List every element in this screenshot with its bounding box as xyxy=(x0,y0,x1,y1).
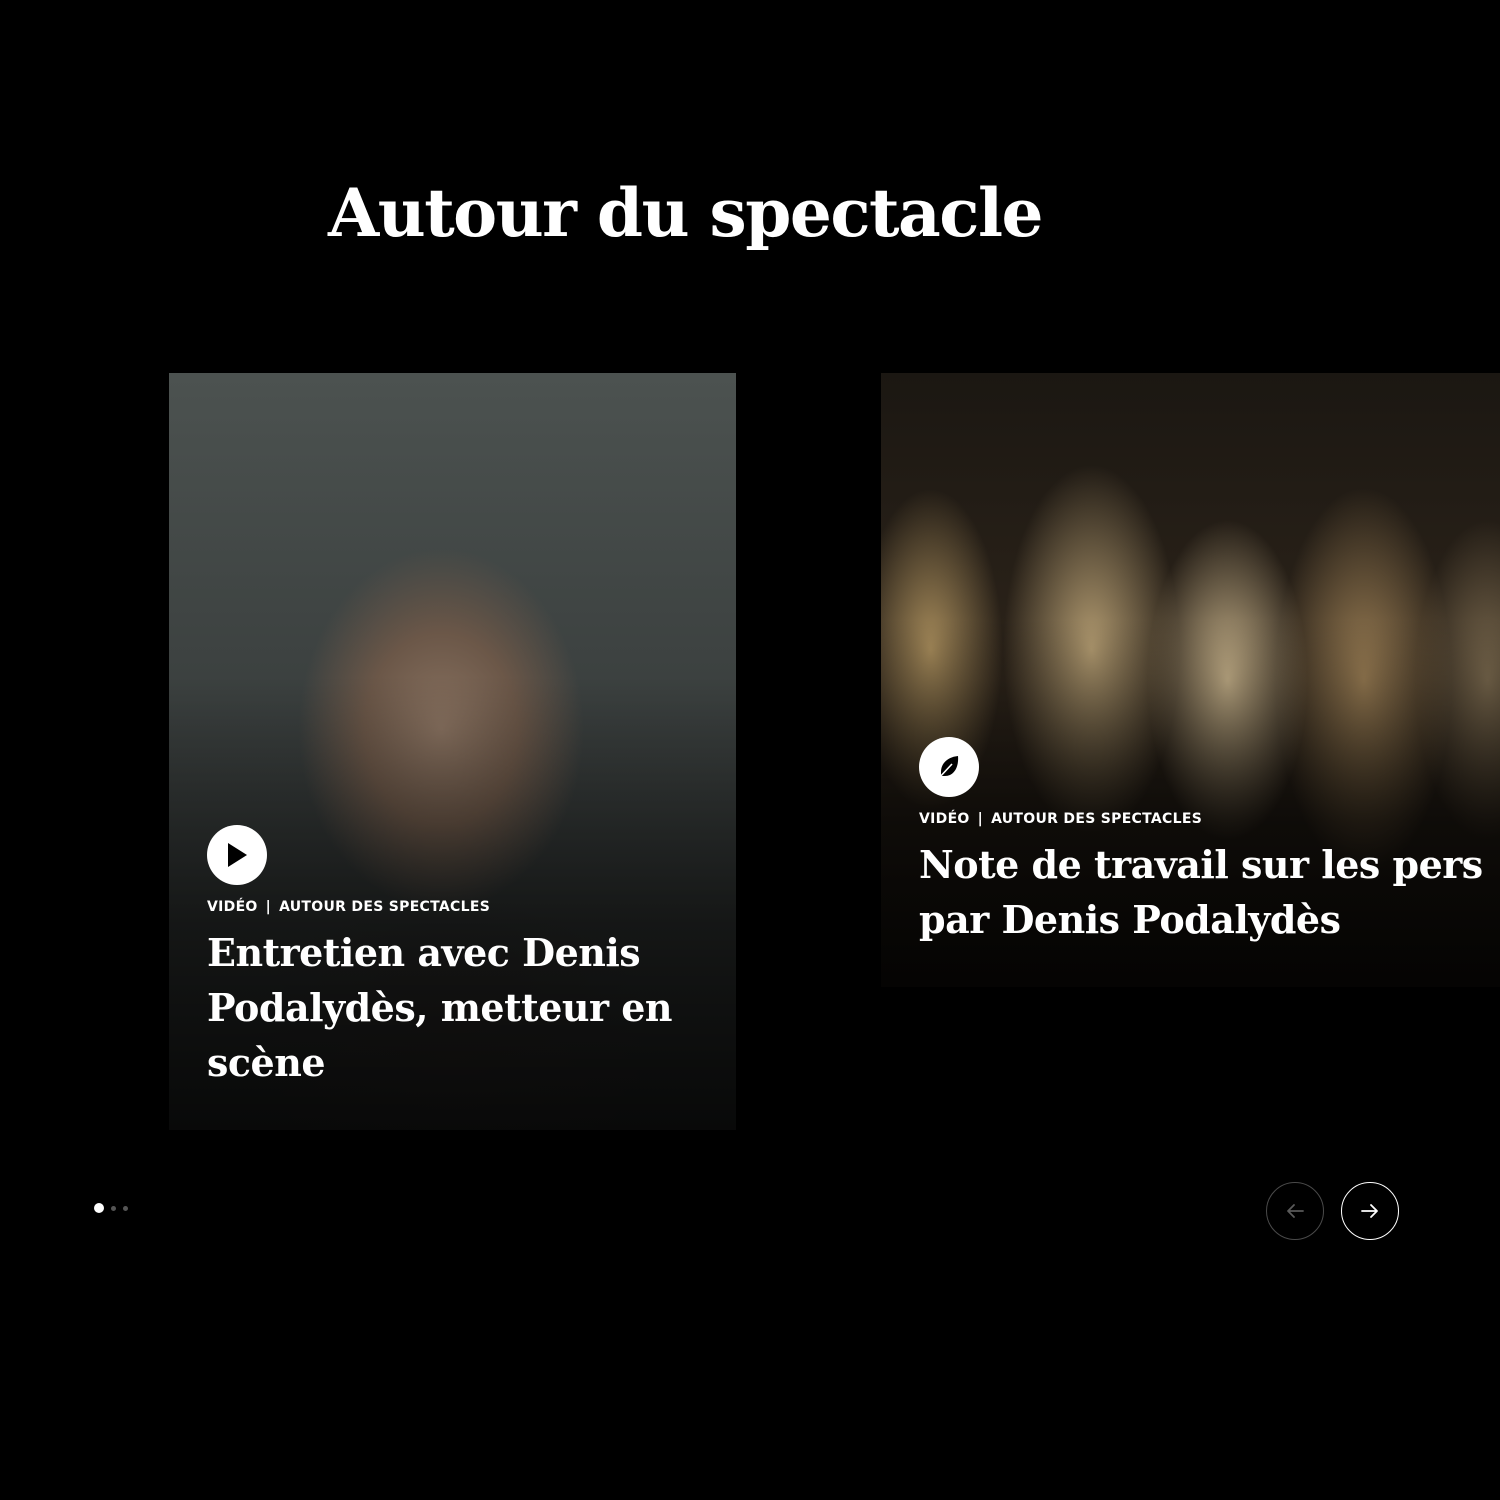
card-work-note[interactable]: VIDÉO | AUTOUR DES SPECTACLES Note de trav… xyxy=(881,373,1500,987)
meta-separator: | xyxy=(265,899,272,915)
card-meta: VIDÉO | AUTOUR DES SPECTACLES xyxy=(207,899,706,915)
card-title-line-1: Note de travail sur les pers xyxy=(919,842,1483,887)
meta-separator: | xyxy=(977,811,984,827)
card-type: VIDÉO xyxy=(207,899,258,915)
pagination-dot-1[interactable] xyxy=(94,1203,104,1213)
card-category: AUTOUR DES SPECTACLES xyxy=(279,899,491,915)
card-title[interactable]: Entretien avec Denis Podalydès, metteur … xyxy=(207,925,706,1090)
card-type: VIDÉO xyxy=(919,811,970,827)
carousel-prev-button[interactable] xyxy=(1266,1182,1324,1240)
card-content: VIDÉO | AUTOUR DES SPECTACLES Note de trav… xyxy=(919,737,1500,947)
card-meta: VIDÉO | AUTOUR DES SPECTACLES xyxy=(919,811,1500,827)
pagination-dot-2[interactable] xyxy=(111,1205,116,1211)
card-interview[interactable]: VIDÉO | AUTOUR DES SPECTACLES Entretien av… xyxy=(169,373,736,1130)
arrow-right-icon xyxy=(1361,1204,1378,1218)
card-title-line-2: par Denis Podalydès xyxy=(919,897,1341,942)
carousel-pagination xyxy=(94,1203,128,1213)
card-content: VIDÉO | AUTOUR DES SPECTACLES Entretien av… xyxy=(207,825,706,1090)
section-title: Autour du spectacle xyxy=(328,174,1044,252)
pagination-dot-3[interactable] xyxy=(123,1205,128,1211)
arrow-left-icon xyxy=(1287,1204,1304,1218)
card-category: AUTOUR DES SPECTACLES xyxy=(991,811,1203,827)
carousel-next-button[interactable] xyxy=(1341,1182,1399,1240)
card-title[interactable]: Note de travail sur les pers par Denis Po… xyxy=(919,837,1500,947)
play-icon xyxy=(207,825,267,885)
feather-icon xyxy=(919,737,979,797)
